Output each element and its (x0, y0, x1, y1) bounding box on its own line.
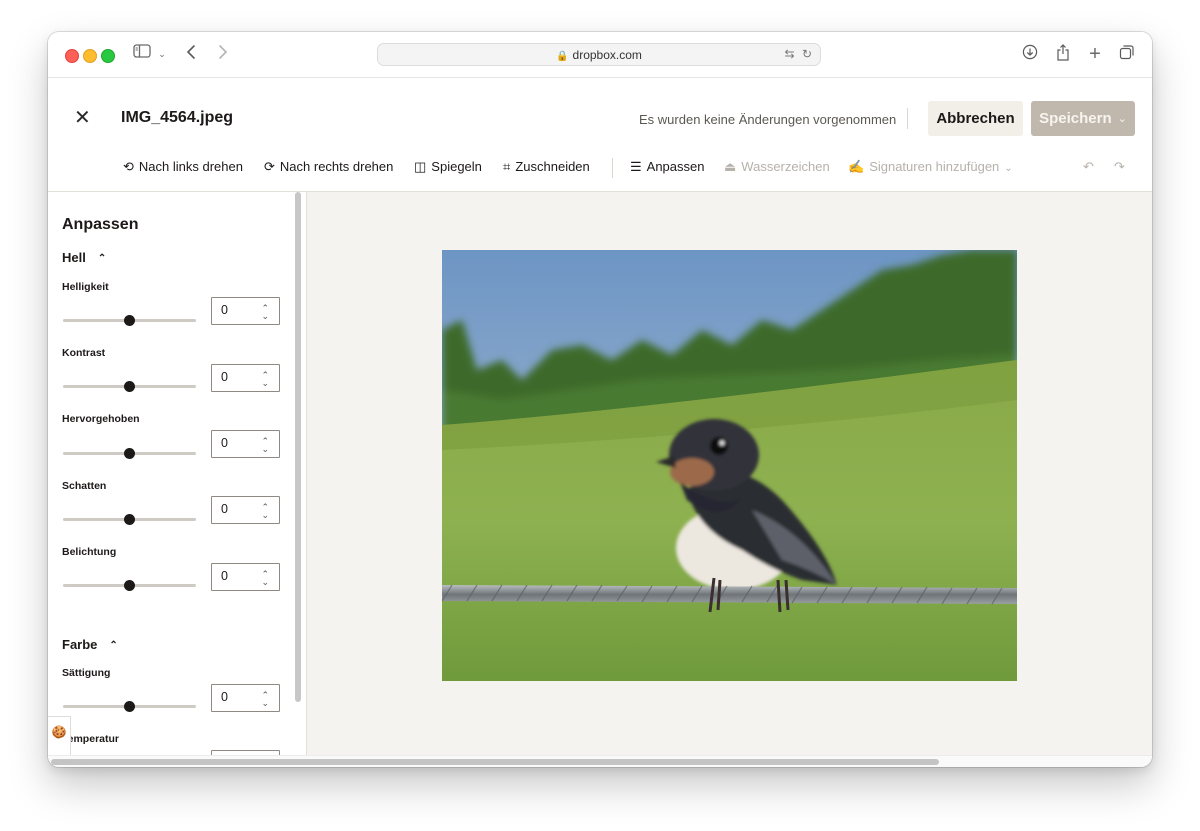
address-bar[interactable]: 🔒 dropbox.com ⇆ ↻ (377, 43, 821, 66)
shadows-slider[interactable] (63, 514, 196, 525)
lock-icon: 🔒 (556, 51, 569, 62)
mirror-icon: ◫ (414, 159, 427, 174)
rotate-left-icon: ⟲ (123, 159, 134, 174)
zoom-window-button[interactable] (101, 49, 115, 63)
highlights-input[interactable]: ⌃⌄ (211, 430, 280, 458)
cookie-icon[interactable]: 🍪 (48, 716, 71, 756)
horizontal-scrollbar[interactable] (48, 755, 1152, 767)
saturation-slider[interactable] (63, 701, 196, 712)
editor-header: ✕ IMG_4564.jpeg Es wurden keine Änderung… (48, 78, 1152, 192)
stepper-icon[interactable]: ⌃ ⌄ (261, 371, 269, 388)
slider-knob[interactable] (124, 701, 135, 712)
stepper-icon[interactable]: ⌃ ⌄ (261, 691, 269, 708)
mirror-button[interactable]: ◫ Spiegeln (414, 159, 482, 175)
change-status: Es wurden keine Änderungen vorgenommen (639, 112, 897, 127)
brightness-label: Helligkeit (62, 281, 109, 293)
exposure-input[interactable]: ⌃⌄ (211, 563, 280, 591)
chevron-down-icon[interactable]: ⌄ (156, 44, 168, 64)
slider-knob[interactable] (124, 381, 135, 392)
redo-icon[interactable]: ↷ (1114, 159, 1125, 175)
exposure-slider[interactable] (63, 580, 196, 591)
stepper-icon[interactable]: ⌃ ⌄ (261, 503, 269, 520)
light-section-toggle[interactable]: Hell ⌃ (62, 250, 106, 265)
saturation-label: Sättigung (62, 667, 111, 679)
save-button-label: Speichern (1039, 110, 1112, 127)
save-button[interactable]: Speichern ⌄ (1031, 101, 1135, 136)
contrast-slider[interactable] (63, 381, 196, 392)
scrollbar-thumb[interactable] (51, 759, 939, 765)
crop-icon: ⌗ (503, 159, 511, 174)
minimize-window-button[interactable] (83, 49, 97, 63)
tab-overview-icon[interactable] (1118, 44, 1136, 64)
watermark-label: Wasserzeichen (741, 159, 830, 174)
stamp-icon: ⏏ (724, 159, 737, 174)
back-icon[interactable] (184, 44, 198, 64)
sidebar-toggle-icon[interactable] (132, 44, 152, 64)
translate-icon[interactable]: ⇆ (785, 47, 795, 61)
chevron-up-icon: ⌃ (109, 640, 118, 651)
contrast-input[interactable]: ⌃⌄ (211, 364, 280, 392)
cancel-button[interactable]: Abbrechen (928, 101, 1023, 136)
mirror-label: Spiegeln (431, 159, 482, 174)
stepper-icon[interactable]: ⌃ ⌄ (261, 570, 269, 587)
browser-toolbar: ⌄ 🔒 dropbox.com ⇆ ↻ + (48, 32, 1152, 78)
sidebar-scrollbar[interactable] (295, 192, 301, 702)
color-section-toggle[interactable]: Farbe ⌃ (62, 637, 118, 652)
rotate-right-button[interactable]: ⟳ Nach rechts drehen (264, 159, 393, 175)
crop-button[interactable]: ⌗ Zuschneiden (503, 159, 590, 175)
slider-knob[interactable] (124, 580, 135, 591)
close-window-button[interactable] (65, 49, 79, 63)
close-icon[interactable]: ✕ (74, 108, 91, 128)
bird-photo (442, 250, 1017, 681)
stepper-icon[interactable]: ⌃ ⌄ (261, 437, 269, 454)
chevron-down-icon: ⌄ (1117, 113, 1127, 125)
download-icon[interactable] (1021, 44, 1039, 64)
panel-title: Anpassen (62, 216, 139, 233)
highlights-label: Hervorgehoben (62, 413, 140, 425)
new-tab-icon[interactable]: + (1086, 44, 1104, 64)
slider-knob[interactable] (124, 448, 135, 459)
rotate-right-label: Nach rechts drehen (279, 159, 394, 174)
color-section-label: Farbe (62, 637, 98, 652)
contrast-label: Kontrast (62, 347, 106, 359)
signatures-label: Signaturen hinzufügen (869, 159, 1000, 174)
brightness-slider[interactable] (63, 315, 196, 326)
stepper-icon[interactable]: ⌃ ⌄ (261, 304, 269, 321)
reload-icon[interactable]: ↻ (802, 47, 812, 61)
forward-icon[interactable] (216, 44, 230, 64)
adjust-label: Anpassen (646, 159, 705, 174)
highlights-slider[interactable] (63, 448, 196, 459)
slider-knob[interactable] (124, 514, 135, 525)
slider-knob[interactable] (124, 315, 135, 326)
signatures-button[interactable]: ✍ Signaturen hinzufügen ⌄ (848, 159, 1013, 175)
rotate-left-label: Nach links drehen (138, 159, 243, 174)
share-icon[interactable] (1054, 44, 1072, 64)
shadows-input[interactable]: ⌃⌄ (211, 496, 280, 524)
url-text: dropbox.com (572, 48, 642, 62)
watermark-button[interactable]: ⏏ Wasserzeichen (724, 159, 830, 175)
rotate-right-icon: ⟳ (264, 159, 275, 174)
divider (907, 108, 908, 129)
saturation-input[interactable]: ⌃⌄ (211, 684, 280, 712)
file-name: IMG_4564.jpeg (121, 109, 234, 126)
chevron-down-icon: ⌄ (1004, 163, 1013, 174)
light-section-label: Hell (62, 250, 86, 265)
browser-window: ⌄ 🔒dropbox.com ⇆ ↻ + ✕ IMG_4564.jpeg Es (48, 32, 1152, 767)
undo-icon[interactable]: ↶ (1083, 159, 1094, 175)
shadows-label: Schatten (62, 480, 107, 492)
signature-icon: ✍ (848, 159, 865, 174)
divider (612, 158, 613, 178)
adjust-panel: Anpassen Hell ⌃ Helligkeit ⌃⌄ Kontrast ⌃⌄… (48, 192, 306, 755)
sliders-icon: ☰ (630, 159, 642, 174)
brightness-input[interactable]: ⌃⌄ (211, 297, 280, 325)
rotate-left-button[interactable]: ⟲ Nach links drehen (123, 159, 243, 175)
edit-toolbar: ⟲ Nach links drehen ⟳ Nach rechts drehen ◫… (48, 156, 1152, 180)
crop-label: Zuschneiden (515, 159, 590, 174)
exposure-label: Belichtung (62, 546, 117, 558)
chevron-up-icon: ⌃ (97, 253, 107, 264)
adjust-button[interactable]: ☰ Anpassen (630, 159, 704, 175)
